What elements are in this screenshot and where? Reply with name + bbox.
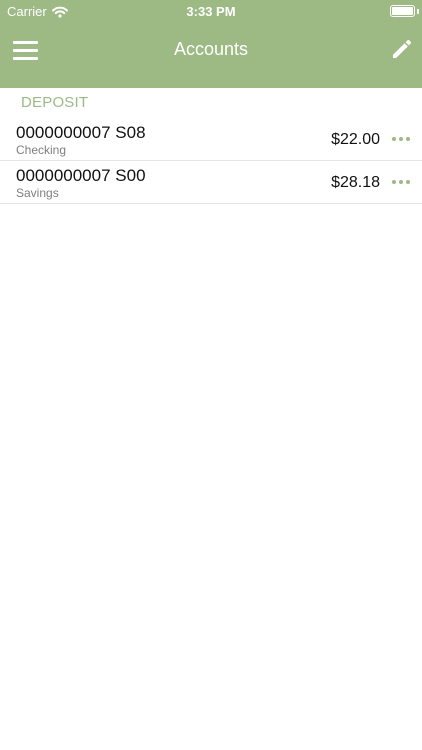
account-type: Checking [16, 143, 67, 157]
account-list: 0000000007 S08 Checking $22.00 000000000… [0, 118, 422, 204]
more-options-icon[interactable] [391, 179, 411, 185]
pencil-icon[interactable] [389, 37, 413, 61]
navigation-bar: Accounts [0, 22, 422, 78]
account-number: 0000000007 S08 [16, 123, 146, 142]
battery-cap-icon [417, 9, 419, 14]
more-options-icon[interactable] [391, 136, 411, 142]
top-header: Carrier 3:33 PM Accounts [0, 0, 422, 88]
app-screen: Carrier 3:33 PM Accounts DEPOSIT 0000000… [0, 0, 422, 750]
status-time: 3:33 PM [186, 4, 236, 19]
status-bar: Carrier 3:33 PM [0, 0, 422, 22]
account-balance: $22.00 [331, 131, 380, 148]
account-number: 0000000007 S00 [16, 166, 146, 185]
battery-fill [392, 7, 413, 15]
page-title: Accounts [173, 39, 249, 59]
section-title-deposit: DEPOSIT [21, 94, 89, 111]
account-type: Savings [16, 186, 59, 200]
battery-icon [390, 5, 415, 17]
account-balance: $28.18 [331, 174, 380, 191]
account-row[interactable]: 0000000007 S00 Savings $28.18 [0, 161, 422, 204]
account-row[interactable]: 0000000007 S08 Checking $22.00 [0, 118, 422, 161]
